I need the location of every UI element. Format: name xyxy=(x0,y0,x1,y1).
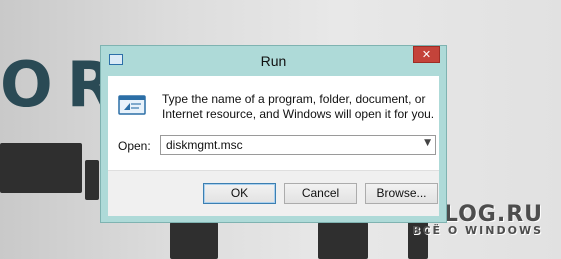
button-bar: OK Cancel Browse... xyxy=(108,170,439,216)
background-block xyxy=(170,222,218,259)
open-combobox[interactable]: diskmgmt.msc ▼ xyxy=(160,135,436,155)
chevron-down-icon[interactable]: ▼ xyxy=(424,138,431,148)
browse-button[interactable]: Browse... xyxy=(365,183,438,204)
background-block xyxy=(318,222,368,259)
background-block xyxy=(85,160,99,200)
cancel-button[interactable]: Cancel xyxy=(284,183,357,204)
run-dialog: Run ✕ Type the name of a program, folder… xyxy=(100,45,447,223)
dialog-description: Type the name of a program, folder, docu… xyxy=(162,92,435,121)
dialog-body: Type the name of a program, folder, docu… xyxy=(108,76,439,216)
open-label: Open: xyxy=(118,139,151,153)
dialog-title: Run xyxy=(260,53,287,69)
open-input-value[interactable]: diskmgmt.msc xyxy=(166,138,243,152)
ok-button[interactable]: OK xyxy=(203,183,276,204)
close-button[interactable]: ✕ xyxy=(413,46,440,63)
title-bar[interactable]: Run ✕ xyxy=(101,46,446,76)
run-program-icon xyxy=(118,95,146,115)
background-block xyxy=(0,143,82,193)
